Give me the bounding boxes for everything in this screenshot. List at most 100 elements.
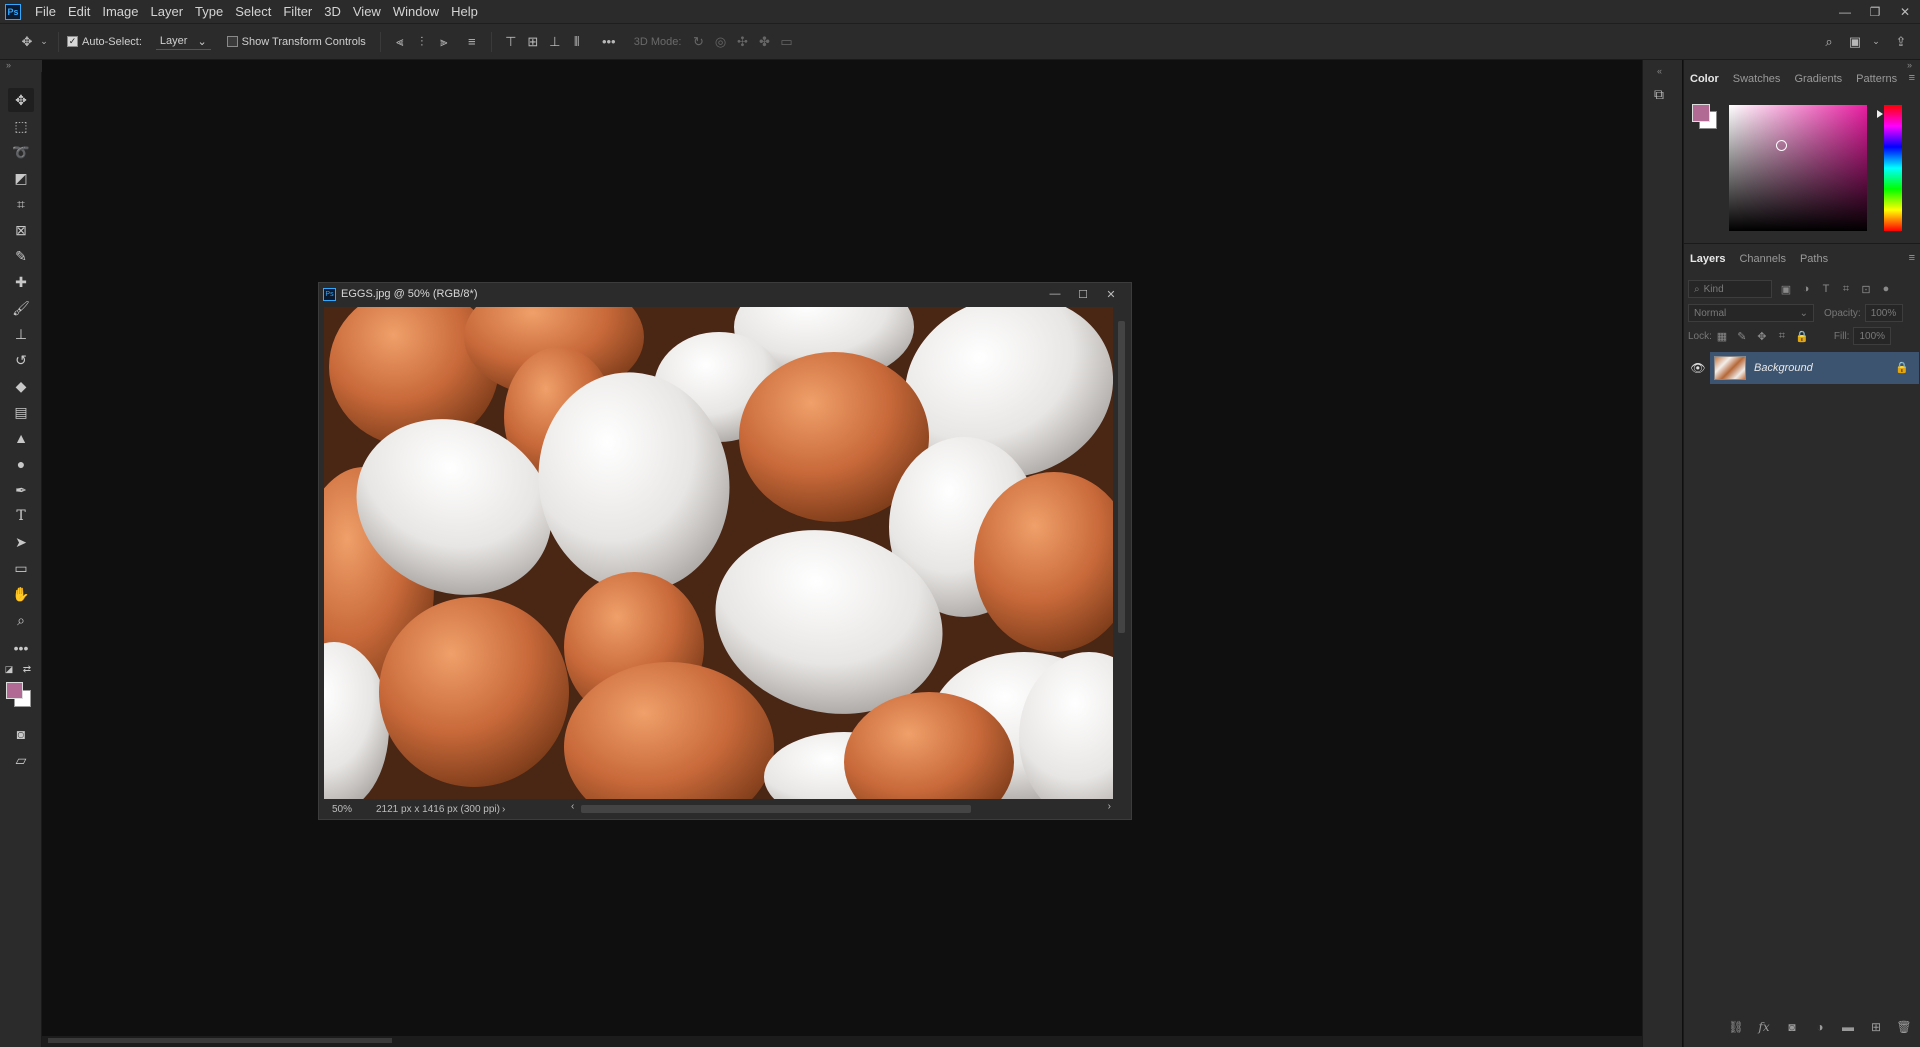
tab-paths[interactable]: Paths (1800, 253, 1828, 265)
menu-3d[interactable]: 3D (318, 0, 347, 23)
collapse-panels-icon[interactable]: « (1657, 66, 1662, 76)
chevron-down-icon[interactable]: ⌄ (1870, 31, 1882, 53)
move-tool-preset-icon[interactable]: ✥ (16, 31, 38, 53)
screen-mode-icon[interactable]: ▱ (8, 748, 34, 772)
blur-tool-icon[interactable]: ▲ (8, 426, 34, 450)
workspace-scroll-thumb[interactable] (48, 1038, 392, 1043)
menu-layer[interactable]: Layer (145, 0, 190, 23)
document-title-bar[interactable]: Ps EGGS.jpg @ 50% (RGB/8*) — ☐ ✕ (319, 283, 1131, 305)
lock-transparent-icon[interactable]: ▦ (1712, 330, 1732, 343)
tab-color[interactable]: Color (1690, 73, 1719, 85)
lasso-tool-icon[interactable]: ➰ (8, 140, 34, 164)
lock-artboard-icon[interactable]: ⌗ (1772, 330, 1792, 343)
default-colors-icon[interactable]: ◪ (2, 662, 16, 676)
document-canvas[interactable] (324, 307, 1113, 799)
layer-row[interactable]: 👁 Background 🔒 (1686, 352, 1919, 384)
layer-kind-filter[interactable]: ⌕ Kind (1688, 280, 1772, 298)
close-icon[interactable]: ✕ (1890, 0, 1920, 23)
filter-smart-object-icon[interactable]: ⊡ (1856, 283, 1876, 296)
share-icon[interactable]: ⇪ (1890, 31, 1912, 53)
marquee-tool-icon[interactable]: ⬚ (8, 114, 34, 138)
eyedropper-tool-icon[interactable]: ✎ (8, 244, 34, 268)
blend-mode-dropdown[interactable]: Normal ⌄ (1688, 304, 1814, 322)
menu-image[interactable]: Image (96, 0, 144, 23)
healing-brush-tool-icon[interactable]: ✚ (8, 270, 34, 294)
history-brush-tool-icon[interactable]: ↺ (8, 348, 34, 372)
hand-tool-icon[interactable]: ✋ (8, 582, 34, 606)
align-top-icon[interactable]: ⊤ (500, 31, 522, 53)
panel-menu-icon[interactable]: ≡ (1909, 72, 1915, 84)
menu-view[interactable]: View (347, 0, 387, 23)
distribute-vertical-icon[interactable]: ≡ (461, 31, 483, 53)
tab-patterns[interactable]: Patterns (1856, 73, 1897, 85)
menu-edit[interactable]: Edit (62, 0, 96, 23)
menu-type[interactable]: Type (189, 0, 229, 23)
crop-tool-icon[interactable]: ⌗ (8, 192, 34, 216)
lock-position-icon[interactable]: ✥ (1752, 330, 1772, 343)
gradient-tool-icon[interactable]: ▤ (8, 400, 34, 424)
hue-slider[interactable] (1884, 105, 1902, 231)
collapse-toolbar-icon[interactable]: » (0, 60, 42, 72)
workspace-icon[interactable]: ▣ (1844, 31, 1866, 53)
align-bottom-icon[interactable]: ⊥ (544, 31, 566, 53)
pen-tool-icon[interactable]: ✒ (8, 478, 34, 502)
type-tool-icon[interactable]: T (8, 504, 34, 528)
layer-style-icon[interactable]: fx (1753, 1020, 1775, 1034)
restore-icon[interactable]: ❐ (1860, 0, 1890, 23)
history-panel-icon[interactable]: ⧉ (1654, 86, 1664, 103)
delete-layer-icon[interactable]: 🗑 (1893, 1020, 1915, 1034)
search-icon[interactable]: ⌕ (1818, 31, 1840, 53)
align-left-icon[interactable]: ⫷ (389, 31, 411, 53)
lock-icon[interactable]: 🔒 (1895, 361, 1909, 374)
vertical-scroll-thumb[interactable] (1118, 321, 1125, 633)
close-icon[interactable]: ✕ (1097, 283, 1125, 305)
quick-mask-icon[interactable]: ◙ (8, 722, 34, 746)
menu-select[interactable]: Select (229, 0, 277, 23)
adjustment-layer-icon[interactable]: ◑ (1809, 1020, 1831, 1034)
more-options-icon[interactable]: ••• (598, 31, 620, 53)
zoom-level[interactable]: 50% (324, 804, 364, 815)
auto-select-checkbox[interactable]: ✓ (67, 36, 78, 47)
maximize-icon[interactable]: ☐ (1069, 283, 1097, 305)
rectangle-tool-icon[interactable]: ▭ (8, 556, 34, 580)
zoom-tool-icon[interactable]: ⌕ (8, 608, 34, 632)
layer-item-background[interactable]: Background 🔒 (1710, 352, 1919, 384)
scroll-right-icon[interactable]: › (1108, 801, 1111, 812)
lock-image-icon[interactable]: ✎ (1732, 330, 1752, 343)
panel-menu-icon[interactable]: ≡ (1909, 252, 1915, 264)
tab-gradients[interactable]: Gradients (1794, 73, 1842, 85)
filter-toggle-icon[interactable]: ● (1876, 283, 1896, 295)
color-picker-cursor[interactable] (1776, 140, 1787, 151)
foreground-color-swatch[interactable] (6, 682, 23, 699)
menu-file[interactable]: File (29, 0, 62, 23)
align-vertical-center-icon[interactable]: ⊞ (522, 31, 544, 53)
filter-pixel-icon[interactable]: ▣ (1776, 283, 1796, 296)
add-mask-icon[interactable]: ◙ (1781, 1020, 1803, 1034)
minimize-icon[interactable]: — (1830, 0, 1860, 23)
opacity-field[interactable]: 100% (1864, 304, 1903, 322)
menu-help[interactable]: Help (445, 0, 484, 23)
dodge-tool-icon[interactable]: ● (8, 452, 34, 476)
menu-window[interactable]: Window (387, 0, 445, 23)
filter-shape-icon[interactable]: ⌗ (1836, 283, 1856, 296)
menu-filter[interactable]: Filter (277, 0, 318, 23)
chevron-right-icon[interactable]: › (502, 804, 505, 815)
hue-slider-marker[interactable] (1877, 110, 1883, 118)
frame-tool-icon[interactable]: ⊠ (8, 218, 34, 242)
link-layers-icon[interactable]: ⛓ (1725, 1020, 1747, 1034)
show-transform-checkbox[interactable] (226, 36, 238, 47)
swap-colors-icon[interactable]: ⇄ (20, 662, 34, 676)
new-layer-icon[interactable]: ⊞ (1865, 1020, 1887, 1034)
tab-layers[interactable]: Layers (1690, 253, 1725, 265)
vertical-scrollbar[interactable] (1115, 307, 1128, 799)
horizontal-scroll-thumb[interactable] (581, 805, 971, 813)
path-selection-tool-icon[interactable]: ➤ (8, 530, 34, 554)
lock-all-icon[interactable]: 🔒 (1792, 330, 1812, 343)
align-right-icon[interactable]: ⫸ (433, 31, 455, 53)
scroll-left-icon[interactable]: ‹ (571, 801, 574, 812)
edit-toolbar-icon[interactable]: ••• (8, 636, 34, 660)
horizontal-scrollbar[interactable]: ‹ › (571, 801, 1111, 814)
align-horizontal-center-icon[interactable]: ⫶ (411, 31, 433, 53)
filter-type-icon[interactable]: T (1816, 283, 1836, 295)
auto-select-target-dropdown[interactable]: Layer ⌄ (155, 34, 211, 50)
